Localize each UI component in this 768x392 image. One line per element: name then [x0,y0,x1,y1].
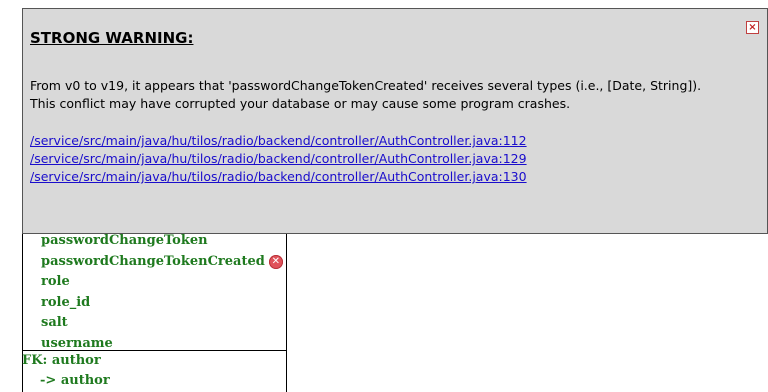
warning-title: STRONG WARNING: [30,29,194,47]
source-link[interactable]: /service/src/main/java/hu/tilos/radio/ba… [30,150,527,168]
field-list: passwordChangeToken passwordChangeTokenC… [41,231,283,354]
field-row: passwordChangeTokenCreated ✕ [41,252,283,273]
fk-target: -> author [40,373,110,388]
source-link[interactable]: /service/src/main/java/hu/tilos/radio/ba… [30,132,527,150]
fk-label: FK: author [22,353,101,368]
warning-dialog: STRONG WARNING: × From v0 to v19, it app… [22,8,768,234]
field-name: role_id [41,294,91,310]
page: passwordChangeToken passwordChangeTokenC… [0,0,768,392]
error-icon[interactable]: ✕ [268,254,283,269]
warning-message-line: From v0 to v19, it appears that 'passwor… [30,78,702,93]
source-links: /service/src/main/java/hu/tilos/radio/ba… [30,132,527,186]
field-row: role_id [41,293,283,314]
field-name: passwordChangeToken [41,233,208,248]
field-row: passwordChangeToken [41,231,283,252]
field-row: role [41,272,283,293]
field-name: role [41,274,70,289]
foreign-key-section: FK: author -> author [22,350,287,391]
source-link[interactable]: /service/src/main/java/hu/tilos/radio/ba… [30,168,527,186]
close-icon[interactable]: × [746,21,759,34]
field-name: salt [41,315,68,330]
field-row: salt [41,313,283,334]
field-name: passwordChangeTokenCreated [41,253,265,269]
warning-message: From v0 to v19, it appears that 'passwor… [30,77,701,113]
warning-message-line: This conflict may have corrupted your da… [30,96,571,111]
